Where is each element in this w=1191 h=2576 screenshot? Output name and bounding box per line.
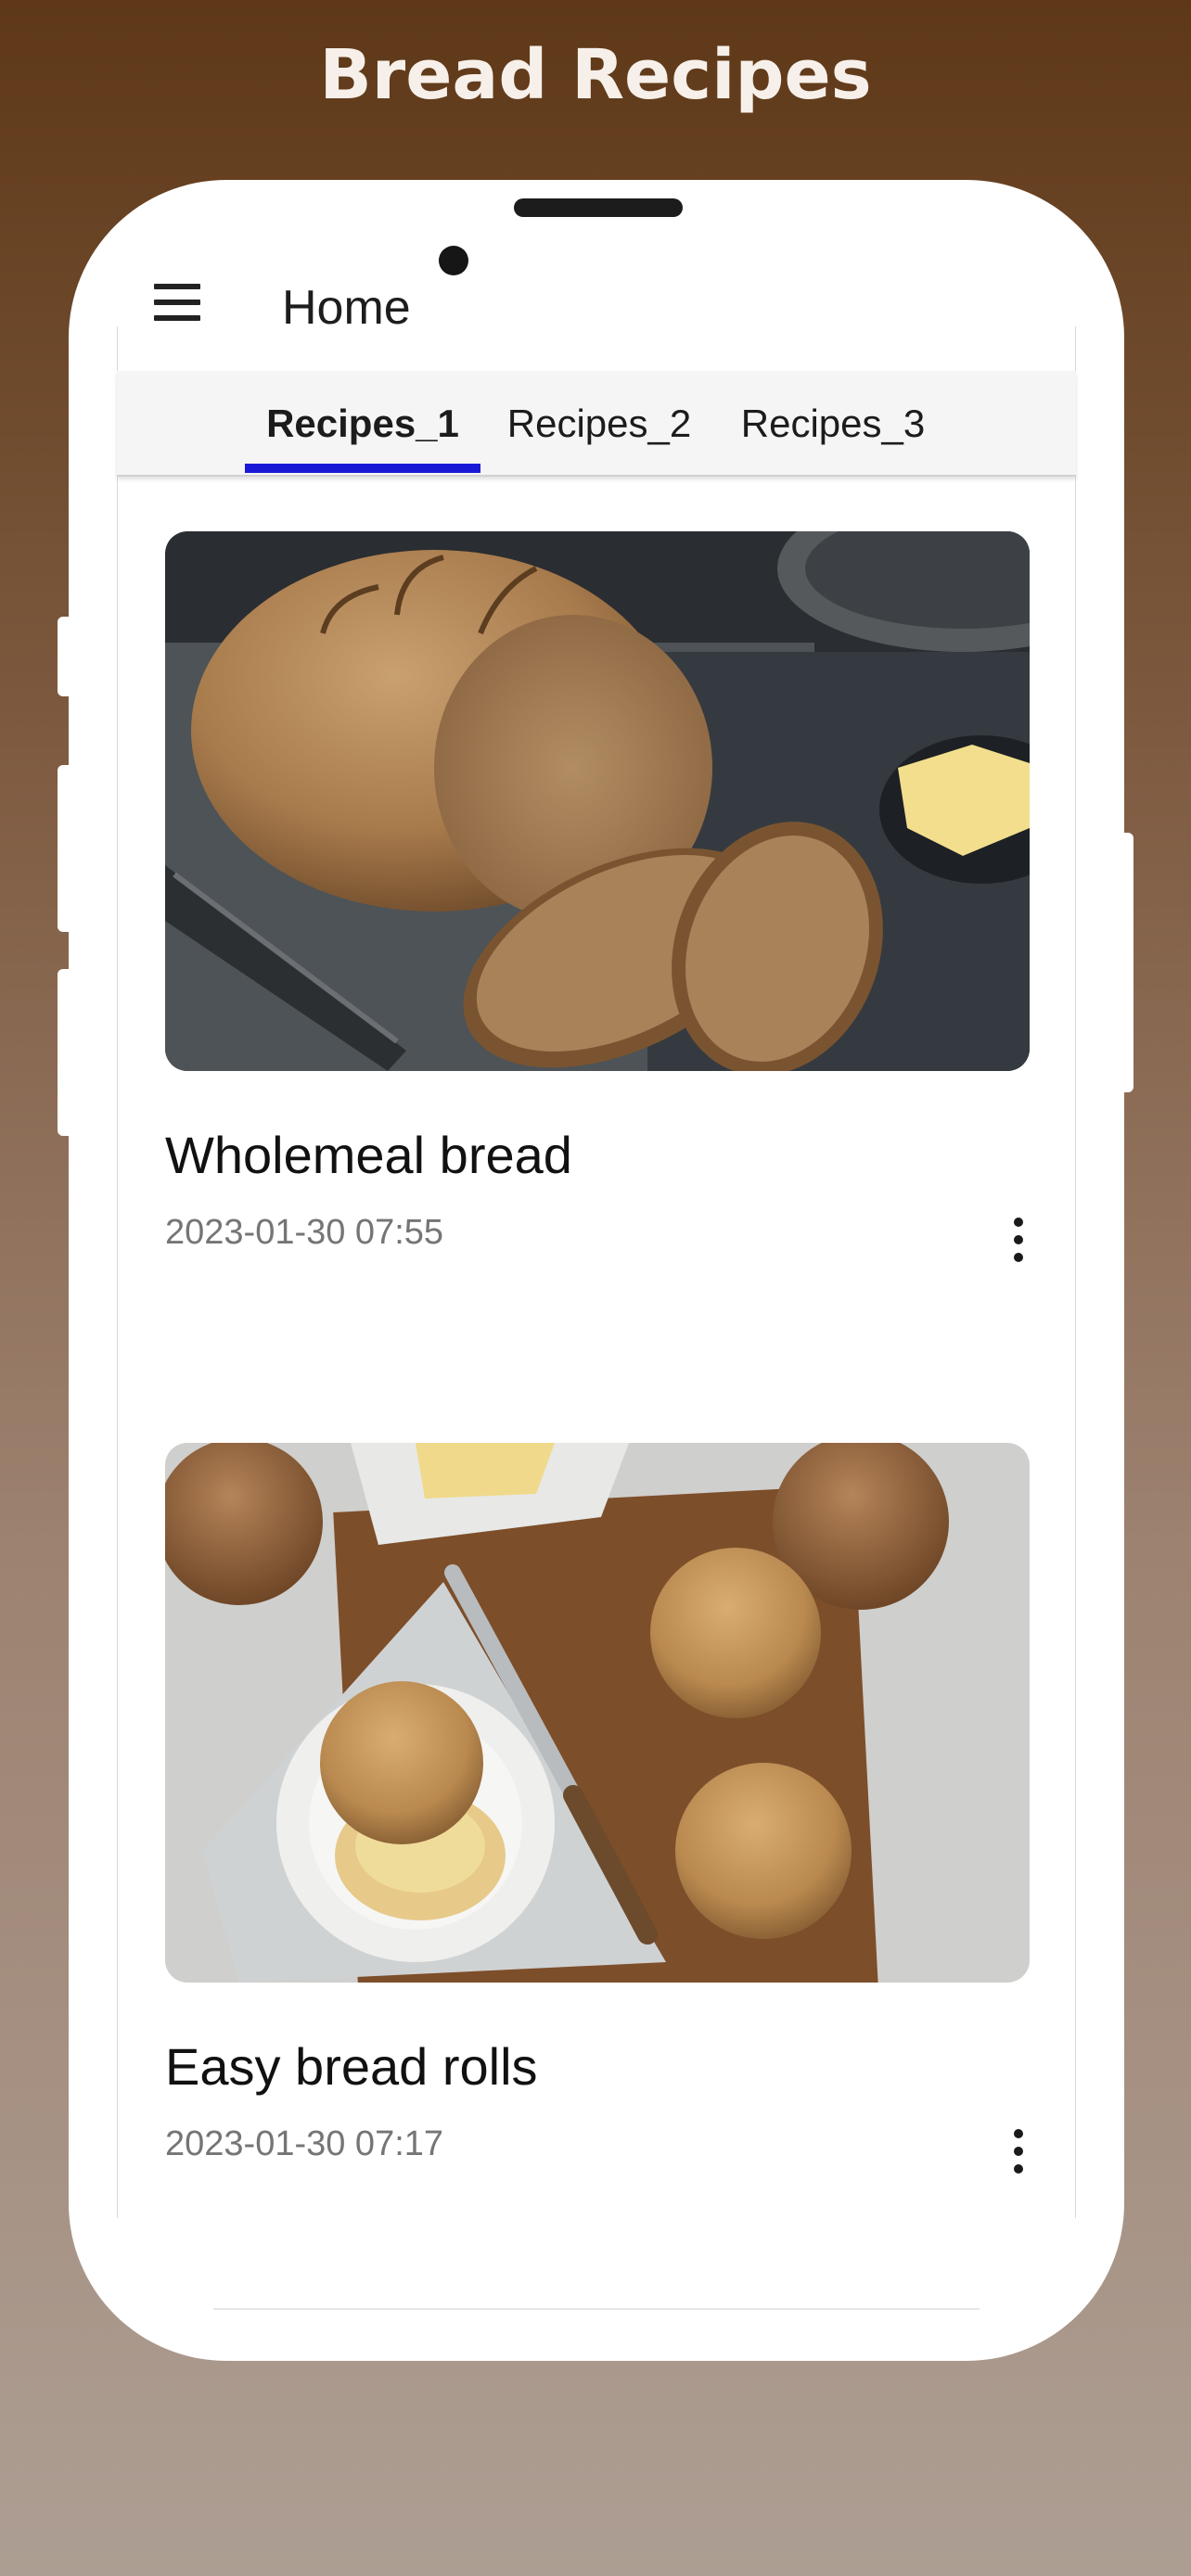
app-bar: Home [69, 236, 1124, 356]
recipe-image-wholemeal-bread[interactable] [165, 531, 1030, 1071]
tab-recipes-3[interactable]: Recipes_3 [722, 371, 944, 475]
tab-recipes-2[interactable]: Recipes_2 [488, 371, 711, 475]
screen-edge-left [117, 326, 118, 2218]
recipe-date: 2023-01-30 07:55 [165, 1213, 444, 1252]
home-indicator-line [213, 2308, 980, 2310]
screen-edge-right [1075, 326, 1076, 2218]
hamburger-menu-icon[interactable] [154, 284, 200, 323]
recipe-title: Easy bread rolls [165, 2037, 538, 2096]
tab-bar: Recipes_1 Recipes_2 Recipes_3 [117, 371, 1076, 477]
active-tab-indicator [245, 464, 480, 473]
page-title: Home [282, 281, 411, 335]
more-vertical-icon[interactable] [1007, 2129, 1030, 2181]
recipe-image-easy-bread-rolls[interactable] [165, 1443, 1030, 1983]
phone-speaker [514, 198, 683, 217]
promo-title: Bread Recipes [319, 35, 872, 115]
recipe-title: Wholemeal bread [165, 1126, 572, 1184]
tab-recipes-1[interactable]: Recipes_1 [245, 371, 480, 475]
recipe-date: 2023-01-30 07:17 [165, 2124, 444, 2163]
phone-frame: Home Recipes_1 Recipes_2 Recipes_3 Whole… [69, 180, 1124, 2361]
more-vertical-icon[interactable] [1007, 1218, 1030, 1269]
